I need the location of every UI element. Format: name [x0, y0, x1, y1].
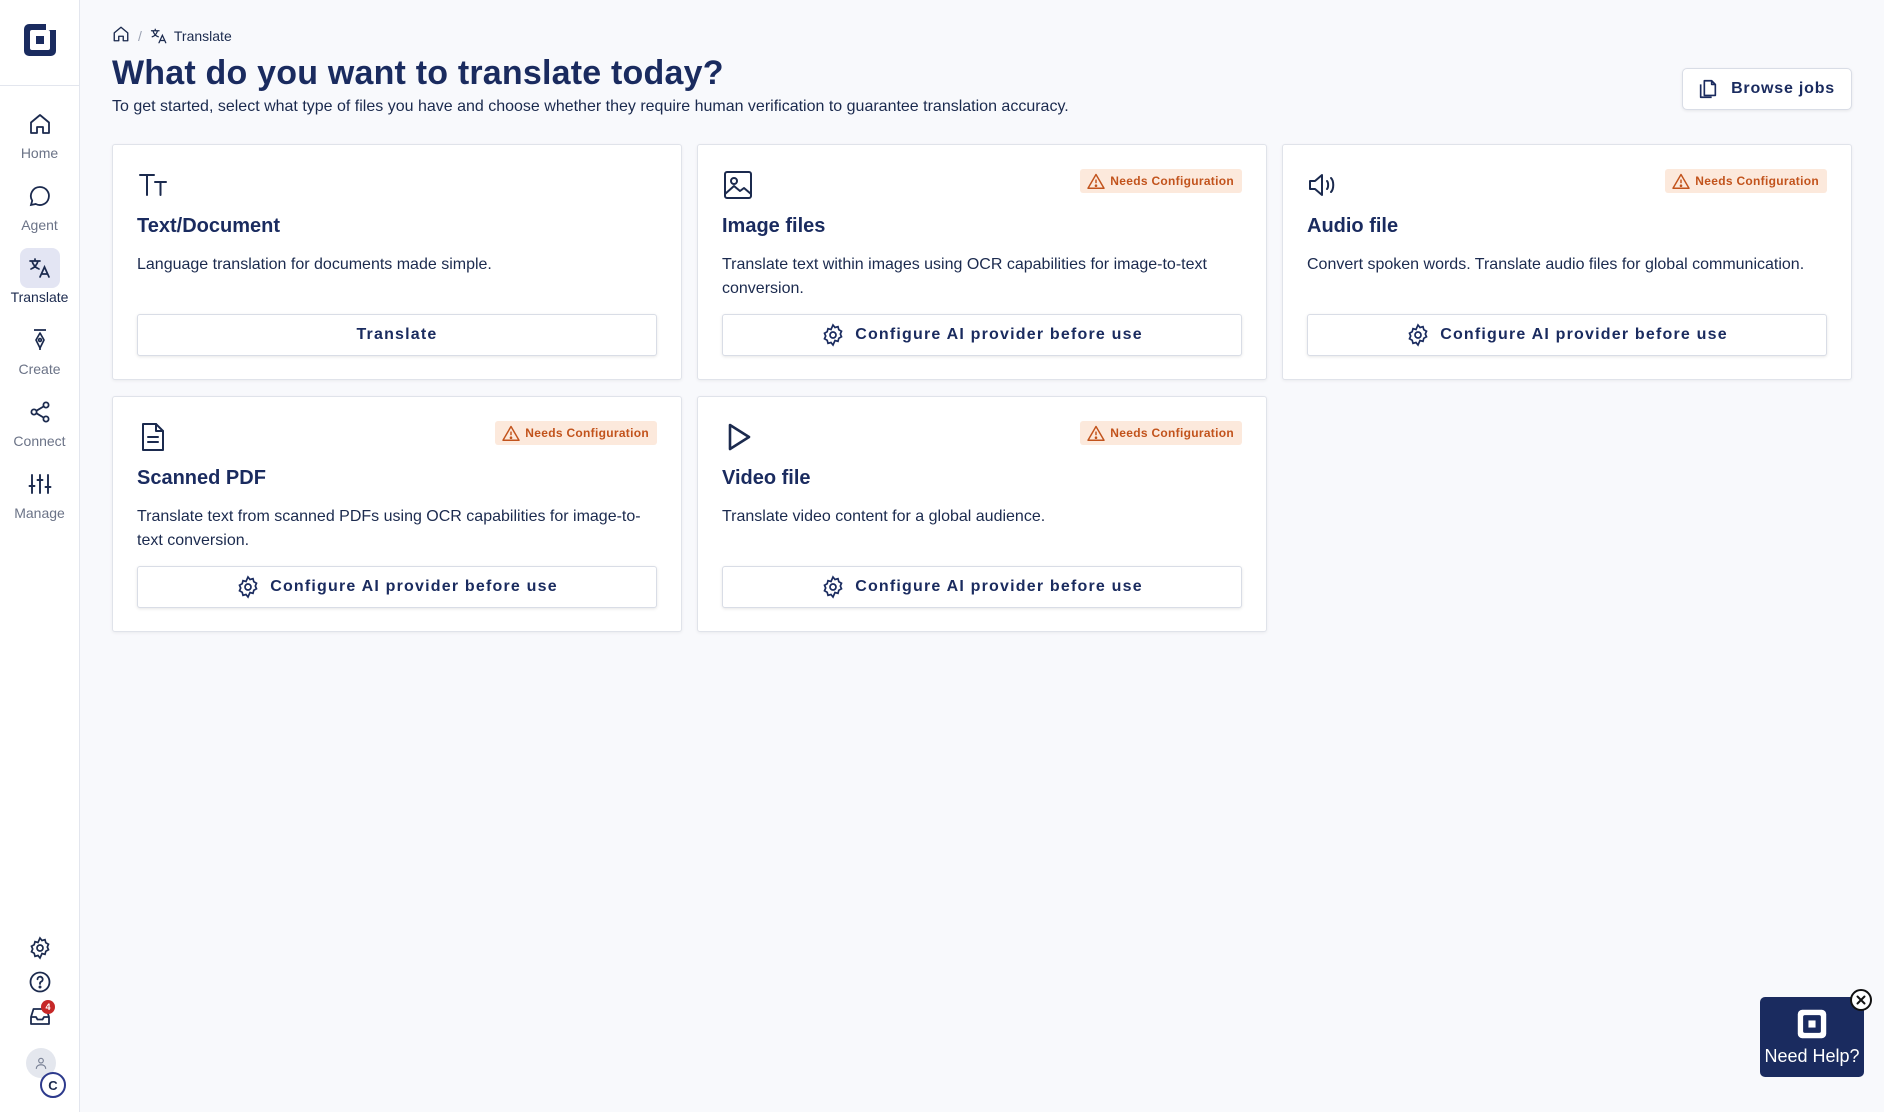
page-subtitle: To get started, select what type of file…	[112, 98, 1069, 115]
card-text-document: Text/Document Language translation for d…	[112, 144, 682, 380]
gear-icon	[823, 323, 843, 347]
needs-configuration-badge: Needs Configuration	[1080, 169, 1242, 193]
card-audio-file: Needs Configuration Audio file Convert s…	[1282, 144, 1852, 380]
text-size-icon	[137, 169, 169, 201]
badge-label: Needs Configuration	[1110, 174, 1234, 188]
app-logo-icon[interactable]	[22, 22, 58, 63]
help-logo-icon	[1796, 1008, 1828, 1040]
chat-bubble-icon	[20, 176, 60, 216]
card-description: Translate text within images using OCR c…	[722, 256, 1207, 297]
sidebar-item-home[interactable]: Home	[0, 104, 79, 176]
page-title: What do you want to translate today?	[112, 54, 724, 92]
warning-triangle-icon	[1672, 173, 1691, 189]
breadcrumb-translate-icon	[150, 27, 168, 45]
card-description: Translate video content for a global aud…	[722, 508, 1046, 525]
sidebar-item-label: Create	[18, 361, 61, 377]
button-label: Configure AI provider before use	[855, 326, 1143, 343]
close-help-button[interactable]	[1850, 989, 1872, 1011]
sidebar-item-connect[interactable]: Connect	[0, 392, 79, 464]
warning-triangle-icon	[1087, 425, 1106, 441]
browse-jobs-button[interactable]: Browse jobs	[1682, 68, 1852, 110]
needs-configuration-badge: Needs Configuration	[1665, 169, 1827, 193]
card-title: Video file	[722, 467, 811, 489]
sidebar-item-label: Connect	[13, 433, 66, 449]
need-help-label: Need Help?	[1764, 1045, 1860, 1066]
card-description: Convert spoken words. Translate audio fi…	[1307, 256, 1805, 273]
configure-ai-provider-button[interactable]: Configure AI provider before use	[1307, 314, 1827, 356]
configure-ai-provider-button[interactable]: Configure AI provider before use	[722, 566, 1242, 608]
warning-triangle-icon	[1087, 173, 1106, 189]
warning-triangle-icon	[502, 425, 521, 441]
sidebar: Home Agent Translate Create Connect Mana…	[0, 0, 80, 1112]
gear-icon	[1408, 323, 1428, 347]
button-label: Translate	[356, 326, 438, 343]
gear-icon	[238, 575, 258, 599]
sidebar-item-label: Home	[20, 145, 59, 161]
pen-nib-icon	[20, 320, 60, 360]
card-scanned-pdf: Needs Configuration Scanned PDF Translat…	[112, 396, 682, 632]
play-icon	[722, 421, 754, 453]
button-label: Configure AI provider before use	[855, 578, 1143, 595]
help-circle-icon[interactable]	[24, 966, 56, 998]
breadcrumb-home-icon[interactable]	[112, 25, 130, 46]
sidebar-item-create[interactable]: Create	[0, 320, 79, 392]
logo-area	[0, 0, 79, 86]
speaker-icon	[1307, 169, 1339, 201]
close-icon	[1856, 995, 1866, 1005]
copy-files-icon	[1697, 78, 1731, 100]
settings-gear-icon[interactable]	[24, 932, 56, 964]
sidebar-bottom: 4 C	[0, 932, 80, 1112]
configure-ai-provider-button[interactable]: Configure AI provider before use	[722, 314, 1242, 356]
card-title: Scanned PDF	[137, 467, 266, 489]
gear-icon	[823, 575, 843, 599]
image-icon	[722, 169, 754, 201]
configure-ai-provider-button[interactable]: Configure AI provider before use	[137, 566, 657, 608]
sidebar-item-manage[interactable]: Manage	[0, 464, 79, 536]
card-title: Audio file	[1307, 215, 1399, 237]
home-icon	[20, 104, 60, 144]
badge-label: Needs Configuration	[1110, 426, 1234, 440]
badge-label: Needs Configuration	[525, 426, 649, 440]
browse-jobs-label: Browse jobs	[1731, 80, 1835, 97]
card-title: Image files	[722, 215, 826, 237]
card-image-files: Needs Configuration Image files Translat…	[697, 144, 1267, 380]
user-avatar-area[interactable]: C	[18, 1048, 66, 1098]
sidebar-item-agent[interactable]: Agent	[0, 176, 79, 248]
sliders-icon	[20, 464, 60, 504]
card-video-file: Needs Configuration Video file Translate…	[697, 396, 1267, 632]
translate-button[interactable]: Translate	[137, 314, 657, 356]
breadcrumb: / Translate	[112, 25, 232, 46]
card-description: Language translation for documents made …	[137, 256, 492, 273]
need-help-widget[interactable]: Need Help?	[1760, 997, 1864, 1077]
sidebar-nav: Home Agent Translate Create Connect Mana…	[0, 86, 79, 536]
card-description: Translate text from scanned PDFs using O…	[137, 508, 641, 549]
breadcrumb-current: Translate	[173, 27, 232, 44]
needs-configuration-badge: Needs Configuration	[1080, 421, 1242, 445]
needs-configuration-badge: Needs Configuration	[495, 421, 657, 445]
inbox-icon[interactable]: 4	[24, 1000, 56, 1032]
breadcrumb-separator: /	[138, 27, 142, 44]
org-avatar: C	[40, 1072, 66, 1098]
button-label: Configure AI provider before use	[270, 578, 558, 595]
badge-label: Needs Configuration	[1695, 174, 1819, 188]
document-icon	[137, 421, 169, 453]
card-title: Text/Document	[137, 215, 280, 237]
inbox-count-badge: 4	[41, 1000, 55, 1014]
share-nodes-icon	[20, 392, 60, 432]
sidebar-item-label: Translate	[10, 289, 69, 305]
sidebar-item-translate[interactable]: Translate	[0, 248, 79, 320]
button-label: Configure AI provider before use	[1440, 326, 1728, 343]
sidebar-item-label: Manage	[14, 505, 65, 521]
translate-icon	[19, 248, 60, 288]
sidebar-item-label: Agent	[21, 217, 58, 233]
